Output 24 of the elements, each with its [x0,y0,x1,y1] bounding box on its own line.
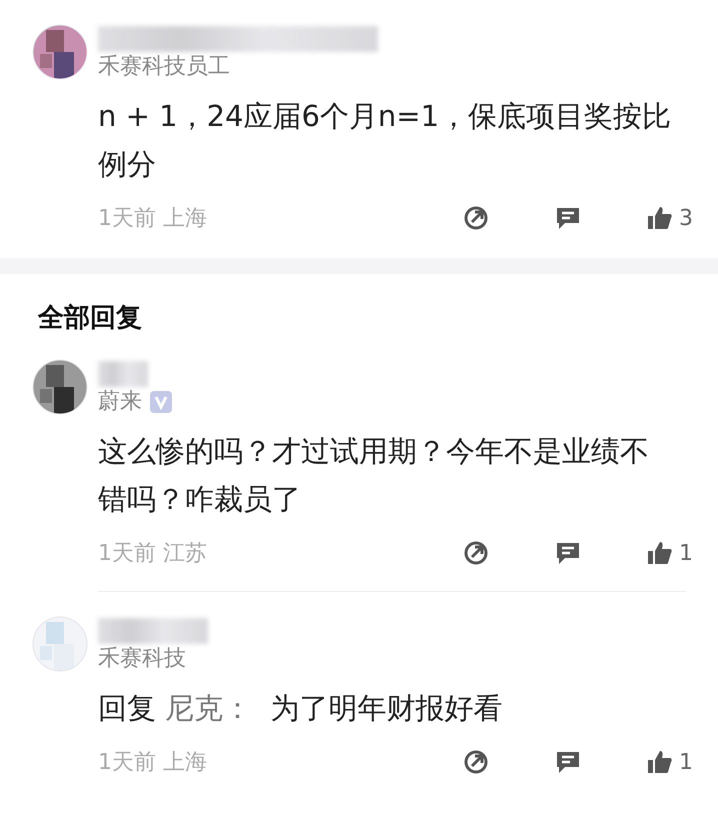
thumbs-up-icon[interactable] [647,749,673,775]
comment-time-location: 1天前 上海 [98,205,208,233]
comment-icon[interactable] [555,749,581,775]
share-icon[interactable] [463,205,489,231]
like-count: 1 [679,750,693,774]
verified-icon [150,391,172,413]
comment-time-location: 1天前 上海 [98,749,208,777]
section-title: 全部回复 [36,302,143,335]
share-icon[interactable] [463,749,489,775]
author-affiliation: 蔚来 [98,388,142,416]
author-affiliation: 禾赛科技 [98,645,186,673]
like-count: 3 [679,206,693,230]
thumbs-up-icon[interactable] [647,205,673,231]
comment-icon[interactable] [555,540,581,566]
comment-time-location: 1天前 江苏 [98,540,208,568]
comment-text: 回复 尼克： 为了明年财报好看 [98,690,504,727]
like-count: 1 [679,540,693,566]
comment-text: n + 1，24应届6个月n=1，保底项目奖按比例分 [98,98,672,183]
author-affiliation: 禾赛科技员工 [98,53,230,81]
comment-text: 这么惨的吗？才过试用期？今年不是业绩不错吗？咋裁员了 [98,433,650,518]
comment-icon[interactable] [555,205,581,231]
share-icon[interactable] [463,540,489,566]
thumbs-up-icon[interactable] [647,540,673,566]
blurred-name [98,361,148,387]
